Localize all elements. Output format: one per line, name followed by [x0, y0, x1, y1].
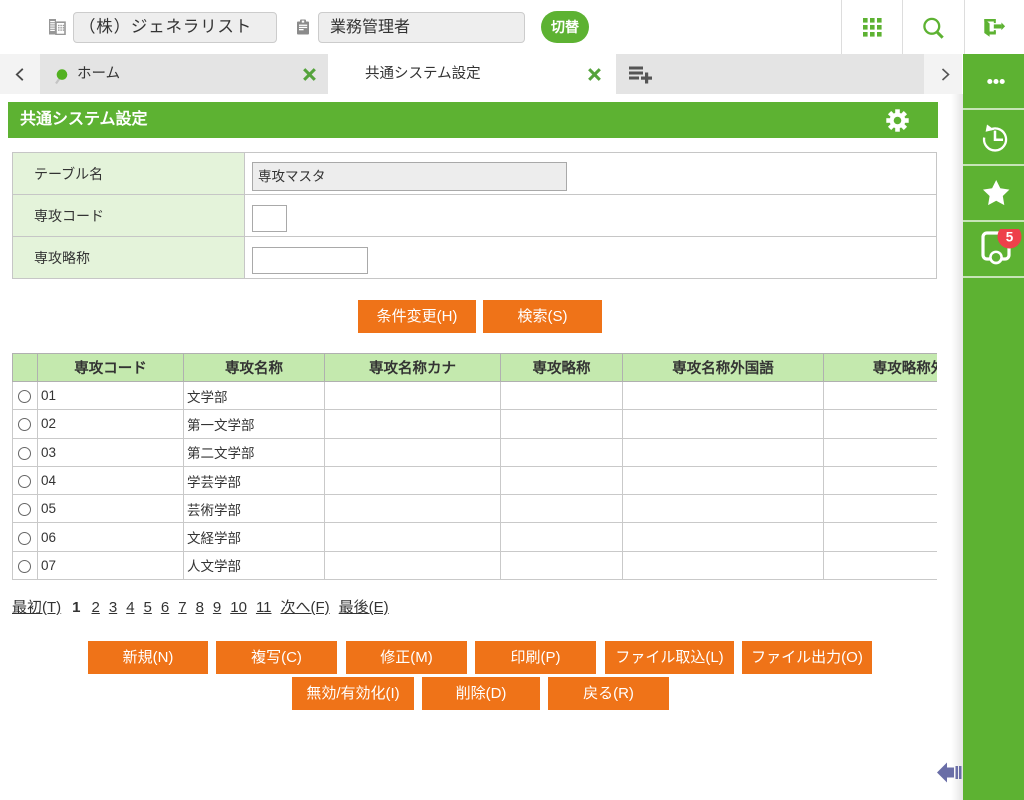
svg-text:5: 5 — [1006, 229, 1014, 244]
